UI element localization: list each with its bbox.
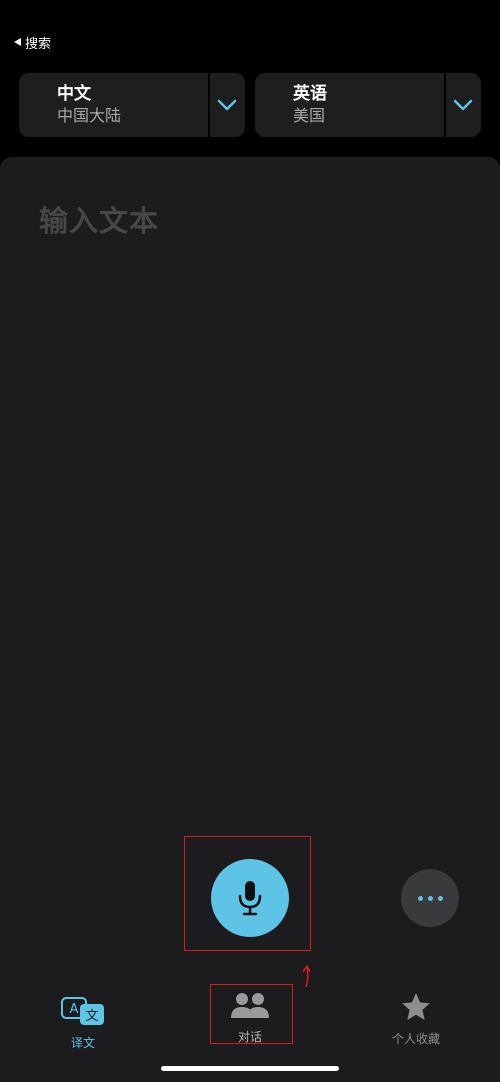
star-icon <box>402 993 430 1020</box>
svg-text:文: 文 <box>85 1009 98 1024</box>
tab-translate[interactable]: A 文 译文 <box>58 997 108 1051</box>
source-language-selector[interactable]: 中文 中国大陆 <box>19 73 245 137</box>
tab-label: 译文 <box>70 1036 95 1050</box>
chevron-down-icon[interactable] <box>215 93 239 117</box>
tab-conversation[interactable]: 对话 <box>225 991 275 1045</box>
translate-icon: A 文 <box>61 997 104 1025</box>
chevron-down-icon[interactable] <box>451 93 475 117</box>
more-icon-dot <box>437 895 443 901</box>
back-arrow-icon <box>14 38 21 46</box>
conversation-icon <box>231 993 269 1018</box>
tab-label: 个人收藏 <box>391 1032 440 1046</box>
more-options-button[interactable] <box>401 869 459 927</box>
target-language-selector[interactable]: 英语 美国 <box>255 73 481 137</box>
svg-text:A: A <box>70 1002 79 1017</box>
text-input-placeholder[interactable]: 输入文本 <box>39 198 159 240</box>
more-icon-dot <box>417 895 423 901</box>
back-label: 搜索 <box>25 36 52 52</box>
back-button[interactable]: 搜索 <box>14 33 52 52</box>
microphone-icon <box>238 881 262 916</box>
tab-label: 对话 <box>237 1030 262 1044</box>
divider <box>208 73 210 137</box>
source-language-name: 中文 <box>57 84 91 104</box>
tab-favorites[interactable]: 个人收藏 <box>380 991 452 1047</box>
microphone-button[interactable] <box>211 859 289 937</box>
more-icon-dot <box>427 895 433 901</box>
target-language-region: 美国 <box>293 106 326 125</box>
target-language-name: 英语 <box>293 84 327 104</box>
divider <box>444 73 446 137</box>
source-language-region: 中国大陆 <box>57 106 122 125</box>
home-indicator <box>161 1066 339 1071</box>
